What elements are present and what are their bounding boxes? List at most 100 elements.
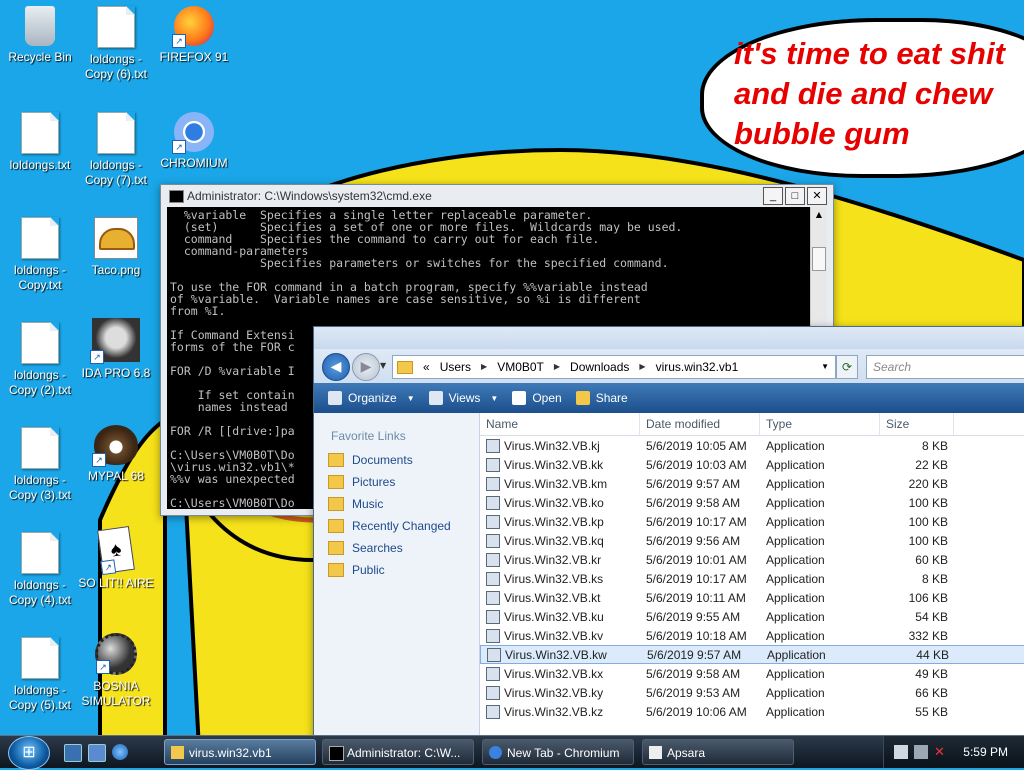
taskbar-button-chromium[interactable]: New Tab - Chromium — [482, 739, 634, 765]
show-desktop-icon[interactable] — [64, 744, 82, 762]
favorite-pictures[interactable]: Pictures — [314, 471, 479, 493]
folder-icon — [397, 360, 413, 374]
column-header-name[interactable]: Name — [480, 413, 640, 435]
desktop-icon-loldongs-copy-5[interactable]: loldongs - Copy (5).txt — [0, 637, 80, 713]
application-icon — [486, 628, 500, 643]
desktop-icon-solitaire[interactable]: ♠ ↗ SO LIT!! AIRE — [76, 525, 156, 591]
file-row[interactable]: Virus.Win32.VB.kz 5/6/2019 10:06 AM Applic… — [480, 702, 1024, 721]
display-icon[interactable] — [914, 745, 928, 759]
desktop-icon-loldongs[interactable]: loldongs.txt — [0, 112, 80, 173]
file-name-cell: Virus.Win32.VB.ku — [480, 609, 640, 624]
breadcrumb-current[interactable]: virus.win32.vb1 — [656, 356, 739, 378]
desktop-icon-loldongs-copy-6[interactable]: loldongs - Copy (6).txt — [76, 6, 156, 82]
file-row[interactable]: Virus.Win32.VB.kj 5/6/2019 10:05 AM Applic… — [480, 436, 1024, 455]
breadcrumb-overflow[interactable]: « — [423, 356, 430, 378]
speech-bubble-text: it's time to eat shit and die and chew b… — [734, 36, 1005, 151]
desktop-icon-loldongs-copy-3[interactable]: loldongs - Copy (3).txt — [0, 427, 80, 503]
refresh-button[interactable]: ⟳ — [836, 355, 858, 379]
application-icon — [486, 476, 500, 491]
clock[interactable]: 5:59 PM — [963, 745, 1008, 759]
file-name: Virus.Win32.VB.kx — [504, 666, 604, 681]
favorite-searches[interactable]: Searches — [314, 537, 479, 559]
application-icon — [486, 609, 500, 624]
scrollbar-thumb[interactable] — [812, 247, 826, 271]
file-row[interactable]: Virus.Win32.VB.kt 5/6/2019 10:11 AM Applic… — [480, 588, 1024, 607]
taskbar-button-cmd[interactable]: Administrator: C:\W... — [322, 739, 474, 765]
chevron-down-icon[interactable]: ▼ — [821, 356, 829, 378]
desktop-icon-loldongs-copy-7[interactable]: loldongs - Copy (7).txt — [76, 112, 156, 188]
favorite-documents[interactable]: Documents — [314, 449, 479, 471]
file-row[interactable]: Virus.Win32.VB.kp 5/6/2019 10:17 AM Applic… — [480, 512, 1024, 531]
recent-pages-icon[interactable]: ▼ — [380, 361, 386, 370]
file-row[interactable]: Virus.Win32.VB.ko 5/6/2019 9:58 AM Applica… — [480, 493, 1024, 512]
internet-explorer-icon[interactable] — [112, 744, 128, 760]
file-row[interactable]: Virus.Win32.VB.kk 5/6/2019 10:03 AM Applic… — [480, 455, 1024, 474]
breadcrumb-users[interactable]: Users — [440, 356, 471, 378]
file-name: Virus.Win32.VB.kq — [504, 533, 604, 548]
close-button[interactable]: ✕ — [807, 187, 827, 205]
file-row[interactable]: Virus.Win32.VB.ks 5/6/2019 10:17 AM Applic… — [480, 569, 1024, 588]
desktop-icon-bosnia-simulator[interactable]: ↗ BOSNIA SIMULATOR — [76, 633, 156, 709]
taskbar-button-apsara[interactable]: Apsara — [642, 739, 794, 765]
file-date: 5/6/2019 10:05 AM — [646, 438, 747, 453]
volume-muted-icon[interactable]: ✕ — [934, 744, 945, 760]
file-row[interactable]: Virus.Win32.VB.ky 5/6/2019 9:53 AM Applica… — [480, 683, 1024, 702]
favorite-label: Documents — [352, 453, 413, 467]
breadcrumb-vm0b0t[interactable]: VM0B0T — [497, 356, 544, 378]
application-icon — [486, 514, 500, 529]
taskbar-button-explorer[interactable]: virus.win32.vb1 — [164, 739, 316, 765]
file-name-cell: Virus.Win32.VB.kj — [480, 438, 640, 453]
share-button[interactable]: Share — [575, 391, 628, 405]
desktop-icon-taco[interactable]: Taco.png — [76, 217, 156, 278]
desktop-icon-loldongs-copy-4[interactable]: loldongs - Copy (4).txt — [0, 532, 80, 608]
maximize-button[interactable]: □ — [785, 187, 805, 205]
file-row[interactable]: Virus.Win32.VB.ku 5/6/2019 9:55 AM Applica… — [480, 607, 1024, 626]
desktop-icon-loldongs-copy[interactable]: loldongs - Copy.txt — [0, 217, 80, 293]
forward-button[interactable]: ▶ — [352, 353, 380, 381]
file-row[interactable]: Virus.Win32.VB.kq 5/6/2019 9:56 AM Applica… — [480, 531, 1024, 550]
file-type: Application — [766, 628, 825, 643]
desktop-icon-firefox[interactable]: ↗ FIREFOX 91 — [154, 6, 234, 65]
desktop-icon-mypal[interactable]: ↗ MYPAL 68 — [76, 425, 156, 484]
network-icon[interactable] — [894, 745, 908, 759]
column-header-type[interactable]: Type — [760, 413, 880, 435]
organize-button[interactable]: Organize ▼ — [328, 391, 415, 405]
desktop-icon-chromium[interactable]: ↗ CHROMIUM — [154, 112, 234, 171]
image-file-icon — [94, 217, 138, 259]
search-input[interactable]: Search — [866, 355, 1024, 379]
file-row[interactable]: Virus.Win32.VB.kx 5/6/2019 9:58 AM Applica… — [480, 664, 1024, 683]
cmd-window-controls: _ □ ✕ — [763, 187, 827, 205]
favorite-music[interactable]: Music — [314, 493, 479, 515]
breadcrumb-downloads[interactable]: Downloads — [570, 356, 629, 378]
switch-windows-icon[interactable] — [88, 744, 106, 762]
back-button[interactable]: ◀ — [322, 353, 350, 381]
file-date: 5/6/2019 9:53 AM — [646, 685, 741, 700]
explorer-titlebar[interactable] — [314, 327, 1024, 349]
chevron-right-icon[interactable]: ▶ — [554, 356, 560, 378]
file-name: Virus.Win32.VB.ky — [504, 685, 604, 700]
start-button[interactable]: ⊞ — [8, 736, 50, 770]
favorite-recently-changed[interactable]: Recently Changed — [314, 515, 479, 537]
views-label: Views — [448, 391, 481, 405]
open-label: Open — [532, 391, 562, 405]
chevron-right-icon[interactable]: ▶ — [639, 356, 645, 378]
address-bar[interactable]: « Users ▶ VM0B0T ▶ Downloads ▶ virus.win… — [392, 355, 836, 379]
column-header-date[interactable]: Date modified — [640, 413, 760, 435]
minimize-button[interactable]: _ — [763, 187, 783, 205]
column-header-size[interactable]: Size — [880, 413, 954, 435]
cmd-titlebar[interactable]: Administrator: C:\Windows\system32\cmd.e… — [161, 185, 833, 207]
desktop-icon-loldongs-copy-2[interactable]: loldongs - Copy (2).txt — [0, 322, 80, 398]
file-row[interactable]: Virus.Win32.VB.kr 5/6/2019 10:01 AM Applic… — [480, 550, 1024, 569]
views-button[interactable]: Views ▼ — [428, 391, 498, 405]
desktop-icon-ida-pro[interactable]: ↗ IDA PRO 6.8 — [76, 318, 156, 381]
file-row[interactable]: Virus.Win32.VB.kw 5/6/2019 9:57 AM Applica… — [480, 645, 1024, 664]
scroll-up-icon[interactable]: ▲ — [811, 207, 827, 223]
favorite-public[interactable]: Public — [314, 559, 479, 581]
explorer-window[interactable]: ◀ ▶ ▼ « Users ▶ VM0B0T ▶ Downloads ▶ vir… — [313, 326, 1024, 748]
open-button[interactable]: Open — [512, 391, 562, 405]
file-row[interactable]: Virus.Win32.VB.km 5/6/2019 9:57 AM Applica… — [480, 474, 1024, 493]
file-list-header: Name Date modified Type Size — [480, 413, 1024, 436]
file-row[interactable]: Virus.Win32.VB.kv 5/6/2019 10:18 AM Applic… — [480, 626, 1024, 645]
chevron-right-icon[interactable]: ▶ — [481, 356, 487, 378]
desktop-icon-recycle-bin[interactable]: Recycle Bin — [0, 6, 80, 65]
